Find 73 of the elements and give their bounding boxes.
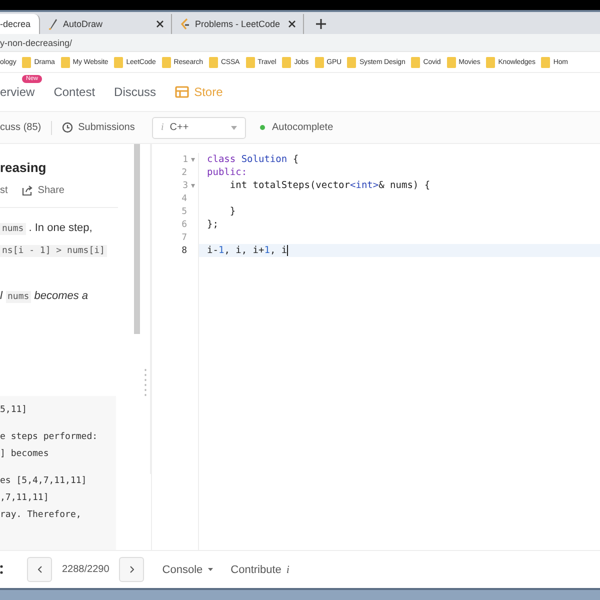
more-icon	[0, 565, 3, 574]
example-text: ,7,11,11]	[0, 492, 50, 505]
tab-label[interactable]: cuss (85)	[0, 122, 42, 133]
console-button[interactable]: Console	[162, 564, 213, 576]
folder-icon	[246, 56, 255, 68]
tab-title: -decrea	[0, 19, 31, 29]
folder-icon	[282, 56, 292, 68]
example-text: 5,11]	[0, 404, 28, 417]
clock-icon	[62, 122, 74, 133]
folder-icon	[347, 56, 356, 68]
caret-icon	[231, 126, 237, 130]
code-line[interactable]: class Solution {	[199, 153, 600, 166]
line-number: 1	[182, 154, 195, 164]
address-bar-url[interactable]: y-non-decreasing/	[0, 38, 72, 48]
description-text: ns[i - 1] > nums[i]	[0, 244, 108, 259]
new-tab-icon	[316, 19, 326, 29]
line-number: 8	[182, 246, 188, 256]
nav-link[interactable]: Contest	[54, 85, 96, 99]
page-counter: 2288/2290	[62, 564, 110, 575]
folder-icon	[446, 56, 456, 68]
language-value: C++	[170, 122, 190, 133]
info-icon: i	[161, 122, 164, 133]
line-number: 4	[182, 194, 188, 204]
info-icon: i	[286, 564, 290, 576]
folder-icon	[411, 56, 420, 68]
folder-icon	[541, 56, 550, 68]
resize-handle-icon	[144, 369, 147, 399]
action-link[interactable]: Share	[38, 185, 64, 196]
example-text: e steps performed:	[0, 431, 99, 444]
scrollbar-thumb[interactable]	[134, 144, 140, 334]
folder-icon	[314, 56, 324, 68]
description-text: l nums becomes a	[0, 289, 90, 305]
line-number: 3	[182, 180, 195, 190]
code-line[interactable]: public:	[199, 166, 600, 179]
tab-title: AutoDraw	[63, 19, 104, 29]
folder-icon	[22, 56, 32, 68]
action-link[interactable]: st	[0, 185, 8, 196]
description-text: nums . In one step,	[0, 221, 94, 237]
line-number: 5	[182, 206, 188, 216]
close-icon	[288, 20, 296, 28]
autocomplete-toggle[interactable]: Autocomplete	[272, 122, 334, 133]
chevron-right-icon	[130, 566, 134, 573]
pen-icon	[48, 18, 58, 30]
language-dropdown[interactable]: i C++	[152, 116, 246, 138]
example-text: es [5,4,7,11,11]	[0, 475, 88, 488]
tab-title: Problems - LeetCode	[195, 19, 282, 29]
nav-link[interactable]: Discuss	[114, 85, 156, 99]
browser-tab[interactable]: -decrea	[0, 14, 40, 34]
folder-icon	[60, 56, 70, 68]
example-text: ray. Therefore,	[0, 509, 82, 522]
code-line[interactable]: int totalSteps(vector<int>& nums) {	[199, 179, 600, 192]
tab-label[interactable]: Submissions	[78, 122, 135, 133]
contribute-button[interactable]: Contribute i	[230, 564, 290, 576]
folder-icon	[162, 56, 171, 68]
code-line[interactable]: };	[199, 218, 600, 231]
line-number: 6	[182, 220, 188, 230]
line-number: 2	[182, 168, 188, 178]
line-number: 7	[182, 232, 188, 242]
previous-button[interactable]	[27, 557, 52, 582]
next-button[interactable]	[119, 557, 144, 582]
close-icon	[156, 20, 164, 28]
example-text: ] becomes	[0, 448, 50, 461]
nav-link[interactable]: erview	[0, 85, 35, 99]
leetcode-logo-icon	[180, 18, 190, 30]
code-line[interactable]: }	[199, 205, 600, 218]
chevron-left-icon	[38, 566, 42, 573]
caret-icon	[208, 568, 213, 571]
share-icon	[22, 185, 33, 196]
problem-title: reasing	[0, 160, 48, 175]
folder-icon	[114, 56, 124, 68]
folder-icon	[208, 56, 218, 68]
folder-icon	[486, 56, 496, 68]
store-icon	[175, 86, 190, 98]
